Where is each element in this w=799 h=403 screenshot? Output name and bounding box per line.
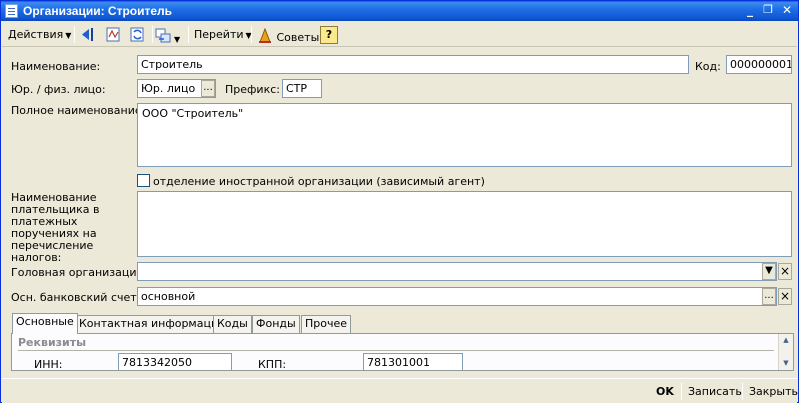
- code-label: Код:: [695, 60, 721, 73]
- document-list-icon: [5, 4, 18, 18]
- close-icon: ×: [779, 264, 791, 278]
- organization-form-window: Организации: Строитель _ ❐ ✕ Действия▼: [0, 0, 799, 403]
- kpp-label: КПП:: [258, 358, 287, 371]
- actions-menu-button[interactable]: Действия ▼: [5, 25, 74, 44]
- close-icon: ×: [779, 289, 791, 303]
- bottom-button-bar: OK Записать Закрыть: [2, 378, 798, 403]
- foreign-org-checkbox[interactable]: [137, 174, 150, 187]
- tips-button[interactable]: Советы: [255, 25, 321, 44]
- tab-panel-main: Реквизиты ИНН: 7813342050 КПП: 781301001…: [11, 333, 794, 371]
- bank-account-select-button[interactable]: ...: [762, 288, 776, 305]
- inn-label: ИНН:: [34, 358, 63, 371]
- head-org-dropdown-button[interactable]: ▼: [762, 263, 776, 280]
- requisites-group-title: Реквизиты: [18, 336, 87, 349]
- inn-input[interactable]: 7813342050: [118, 353, 232, 370]
- entity-type-label: Юр. / физ. лицо:: [11, 83, 106, 96]
- head-org-label: Головная организация:: [11, 266, 147, 279]
- tips-label: Советы: [276, 31, 320, 44]
- window-title: Организации: Строитель: [23, 4, 173, 18]
- toolbar-separator: [251, 26, 252, 43]
- tab-contact-info[interactable]: Контактная информация: [75, 315, 229, 333]
- close-button[interactable]: Закрыть: [749, 385, 798, 398]
- chevron-down-icon: ▼: [174, 35, 181, 44]
- requisites-divider: [18, 350, 774, 351]
- payer-name-label: Наименование плательщика в платежных пор…: [11, 191, 100, 264]
- ok-button[interactable]: OK: [656, 385, 674, 398]
- refresh-icon[interactable]: [129, 26, 146, 43]
- save-button[interactable]: Записать: [688, 385, 742, 398]
- structure-icon: [155, 28, 171, 43]
- tab-funds[interactable]: Фонды: [252, 315, 300, 333]
- head-org-input[interactable]: [137, 262, 777, 281]
- name-label: Наименование:: [11, 60, 101, 73]
- entity-type-value: Юр. лицо: [141, 82, 196, 95]
- tab-codes[interactable]: Коды: [213, 315, 252, 333]
- wizard-hat-icon: [259, 27, 271, 43]
- tab-other[interactable]: Прочее: [301, 315, 352, 333]
- actions-label: Действия: [8, 28, 64, 41]
- form-edit-icon[interactable]: [105, 26, 122, 43]
- toolbar-separator: [188, 26, 189, 43]
- title-bar[interactable]: Организации: Строитель _ ❐ ✕: [1, 1, 798, 21]
- chevron-down-icon: ▼: [65, 31, 72, 40]
- entity-type-select-button[interactable]: ...: [201, 80, 215, 97]
- prefix-input[interactable]: СТР: [282, 79, 322, 98]
- toolbar-separator: [152, 26, 153, 43]
- full-name-textarea[interactable]: ООО "Строитель": [137, 103, 792, 167]
- kpp-input[interactable]: 781301001: [363, 353, 463, 370]
- chevron-down-icon: ▼: [765, 265, 773, 276]
- goto-label: Перейти: [194, 28, 244, 41]
- tab-panel-scrollbar[interactable]: ▲ ▼: [778, 334, 793, 370]
- minimize-button[interactable]: _: [742, 3, 758, 19]
- chevron-down-icon[interactable]: ▼: [780, 358, 792, 368]
- toolbar: Действия ▼ ▼ Перейти ▼ Советы ?: [2, 22, 797, 47]
- bank-account-label: Осн. банковский счет:: [11, 291, 141, 304]
- button-separator: [742, 383, 743, 400]
- foreign-org-checkbox-label: отделение иностранной организации (завис…: [153, 175, 485, 188]
- help-icon: ?: [325, 28, 333, 41]
- arrow-left-icon[interactable]: [80, 26, 97, 43]
- code-input[interactable]: 000000001: [726, 55, 792, 74]
- payer-name-textarea[interactable]: [137, 191, 792, 257]
- prefix-label: Префикс:: [225, 83, 280, 96]
- structure-menu-button[interactable]: ▼: [155, 25, 180, 44]
- bank-account-clear-button[interactable]: ×: [778, 288, 792, 305]
- close-window-button[interactable]: ✕: [779, 3, 795, 19]
- name-input[interactable]: Строитель: [137, 55, 689, 74]
- bank-account-input[interactable]: основной: [137, 287, 777, 306]
- toolbar-separator: [74, 26, 75, 43]
- full-name-label: Полное наименование:: [11, 104, 146, 117]
- button-separator: [681, 383, 682, 400]
- chevron-up-icon[interactable]: ▲: [780, 335, 792, 345]
- goto-menu-button[interactable]: Перейти ▼: [191, 25, 255, 44]
- head-org-clear-button[interactable]: ×: [778, 263, 792, 280]
- restore-button[interactable]: ❐: [760, 3, 776, 19]
- help-button[interactable]: ?: [320, 26, 338, 44]
- tab-main[interactable]: Основные: [12, 313, 78, 334]
